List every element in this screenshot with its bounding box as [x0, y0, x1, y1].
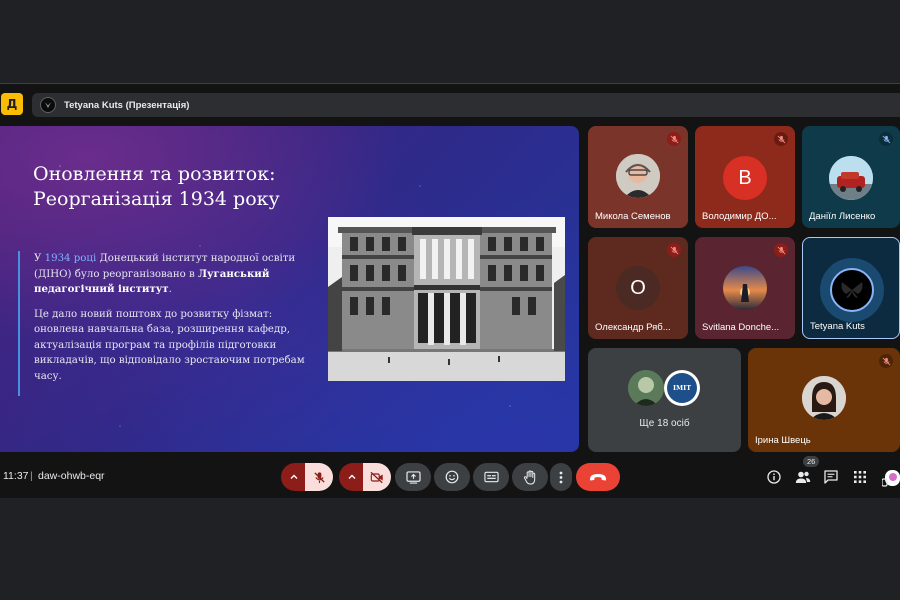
info-icon [767, 470, 781, 484]
participant-tile-active[interactable]: Tetyana Kuts [802, 237, 900, 339]
app-logo-icon[interactable]: Д [1, 93, 23, 115]
avatar-initial: В [738, 166, 752, 189]
participant-name: Микола Семенов [595, 211, 671, 222]
mic-off-icon [667, 132, 681, 146]
captions-icon [483, 471, 499, 483]
reactions-button[interactable] [434, 463, 470, 491]
avatar [802, 376, 846, 420]
presentation-slide: Оновлення та розвиток: Реорганізація 193… [0, 126, 579, 452]
letterbox-top [0, 0, 900, 83]
slide-paragraph-2: Це дало новий поштовх до розвитку фізмат… [34, 308, 305, 382]
mic-off-icon [774, 243, 788, 257]
camera-toggle-button[interactable] [363, 463, 391, 491]
historic-building-photo [328, 217, 565, 381]
raise-hand-button[interactable] [512, 463, 548, 491]
mic-off-icon [313, 471, 325, 483]
participant-tile[interactable]: Ірина Швець [748, 348, 900, 452]
hang-up-icon [590, 473, 606, 480]
slide-title-line1: Оновлення та розвиток: [33, 163, 276, 185]
host-controls-button[interactable] [882, 468, 900, 487]
participant-tile[interactable]: О Олександр Ряб... [588, 237, 688, 339]
imit-logo-avatar: IMIT [664, 370, 700, 406]
text-run: У [34, 253, 45, 264]
leave-call-button[interactable] [576, 463, 620, 491]
present-icon [405, 470, 421, 484]
text-run: . [168, 284, 172, 295]
letterbox-bottom [0, 498, 900, 600]
participant-name: Володимир ДО... [702, 211, 777, 222]
meeting-details-button[interactable] [765, 468, 783, 486]
more-options-button[interactable] [550, 463, 572, 491]
bottom-bar: 11:37 | daw-ohwb-eqr [0, 460, 900, 496]
chat-button[interactable] [822, 468, 840, 486]
chevron-up-icon [348, 474, 356, 479]
avatar [830, 268, 874, 312]
slide-title-line2: Реорганізація 1934 року [33, 188, 280, 210]
avatar: В [723, 156, 767, 200]
activities-button[interactable] [851, 468, 869, 486]
people-button[interactable] [794, 468, 812, 486]
mic-off-icon [879, 354, 893, 368]
avatar-speaking-ring [820, 258, 884, 322]
slide-body: У 1934 році Донецький інститут народної … [18, 251, 318, 396]
participant-tile[interactable]: В Володимир ДО... [695, 126, 795, 228]
camera-options-button[interactable] [339, 463, 365, 491]
meeting-code: daw-ohwb-eqr [38, 470, 105, 482]
apps-grid-icon [854, 471, 866, 483]
presenter-chip[interactable]: Tetyana Kuts (Презентація) [32, 93, 900, 117]
avatar [723, 266, 767, 310]
participant-tile[interactable]: Svitlana Donche... [695, 237, 795, 339]
more-participants-label: Ще 18 осіб [639, 418, 690, 429]
clock: 11:37 [3, 470, 29, 482]
presenter-label: Tetyana Kuts (Презентація) [64, 99, 190, 111]
participant-name: Олександр Ряб... [595, 322, 671, 333]
captions-button[interactable] [473, 463, 509, 491]
mic-off-icon [774, 132, 788, 146]
mic-off-icon [667, 243, 681, 257]
participant-name: Svitlana Donche... [702, 322, 780, 333]
avatar [829, 156, 873, 200]
participant-name: Ірина Швець [755, 435, 811, 446]
highlight-year: 1934 році [44, 253, 97, 264]
camera-off-icon [370, 471, 383, 483]
avatar [616, 154, 660, 198]
slide-paragraph-1: У 1934 році Донецький інститут народної … [34, 251, 318, 298]
slide-title: Оновлення та розвиток: Реорганізація 193… [33, 162, 323, 212]
mic-options-button[interactable] [281, 463, 307, 491]
more-participants-tile[interactable]: IMIT Ще 18 осіб [588, 348, 741, 452]
people-icon [795, 471, 811, 483]
avatar [628, 370, 664, 406]
presenter-avatar [40, 97, 56, 113]
hand-icon [523, 469, 536, 485]
mic-off-icon [879, 132, 893, 146]
participant-name: Даніїл Лисенко [809, 211, 876, 222]
gemini-sparkle-icon [882, 470, 900, 487]
more-vert-icon [559, 471, 563, 483]
participant-name: Tetyana Kuts [810, 321, 865, 332]
present-screen-button[interactable] [395, 463, 431, 491]
separator: | [30, 470, 33, 482]
chat-icon [824, 470, 838, 484]
imit-logo-text: IMIT [672, 384, 692, 392]
people-count-badge: 26 [803, 456, 820, 467]
emoji-icon [445, 470, 459, 484]
mic-toggle-button[interactable] [305, 463, 333, 491]
avatar: О [616, 266, 660, 310]
meet-window: Д Tetyana Kuts (Презентація) Оновлення т… [0, 83, 900, 498]
chevron-up-icon [290, 474, 298, 479]
avatar-initial: О [630, 276, 646, 299]
participant-tile[interactable]: Даніїл Лисенко [802, 126, 900, 228]
top-bar: Д Tetyana Kuts (Презентація) [0, 92, 900, 118]
participant-tile[interactable]: Микола Семенов [588, 126, 688, 228]
